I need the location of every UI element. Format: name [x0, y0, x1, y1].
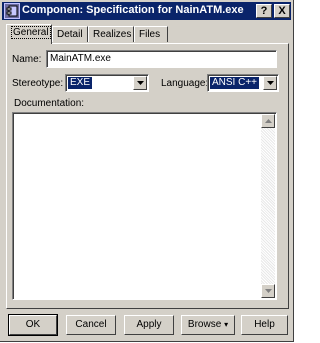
- stereotype-value: EXE: [68, 77, 93, 89]
- tab-realizes[interactable]: Realizes: [88, 26, 134, 42]
- tab-general-label: General: [11, 26, 51, 39]
- chevron-down-icon: [265, 289, 272, 293]
- window-title: Componen: Specification for NainATM.exe: [22, 4, 244, 16]
- tab-detail[interactable]: Detail: [52, 26, 88, 42]
- documentation-label: Documentation:: [14, 98, 85, 109]
- browse-button[interactable]: Browse ▾: [181, 315, 235, 335]
- scroll-up-button[interactable]: [261, 114, 275, 128]
- stereotype-dropdown-button[interactable]: [133, 76, 147, 90]
- language-value: ANSI C++: [210, 77, 260, 89]
- title-bar[interactable]: Componen: Specification for NainATM.exe …: [2, 2, 291, 20]
- name-label: Name:: [12, 54, 42, 65]
- stereotype-label: Stereotype:: [12, 78, 64, 89]
- cancel-button[interactable]: Cancel: [66, 315, 116, 335]
- name-input[interactable]: MainATM.exe: [46, 50, 277, 68]
- language-dropdown-button[interactable]: [263, 76, 277, 90]
- close-button[interactable]: X: [274, 4, 290, 18]
- scroll-down-button[interactable]: [261, 284, 275, 298]
- documentation-textarea[interactable]: [12, 112, 277, 300]
- stereotype-select[interactable]: EXE: [65, 74, 149, 92]
- language-select[interactable]: ANSI C++: [207, 74, 279, 92]
- vertical-scrollbar[interactable]: [261, 114, 275, 298]
- chevron-up-icon: [265, 119, 272, 123]
- tab-general[interactable]: General: [6, 24, 52, 44]
- ok-button[interactable]: OK: [8, 314, 58, 336]
- help-title-button[interactable]: ?: [256, 4, 272, 18]
- component-icon: [4, 3, 20, 19]
- chevron-down-icon: [267, 81, 274, 85]
- chevron-down-icon: [137, 81, 144, 85]
- browse-label: Browse: [187, 319, 222, 330]
- language-label: Language:: [161, 78, 209, 89]
- help-button[interactable]: Help: [241, 315, 288, 335]
- specification-dialog: Componen: Specification for NainATM.exe …: [0, 0, 294, 342]
- tab-files[interactable]: Files: [134, 26, 168, 42]
- triangle-down-icon: ▾: [224, 320, 229, 329]
- apply-button[interactable]: Apply: [124, 315, 174, 335]
